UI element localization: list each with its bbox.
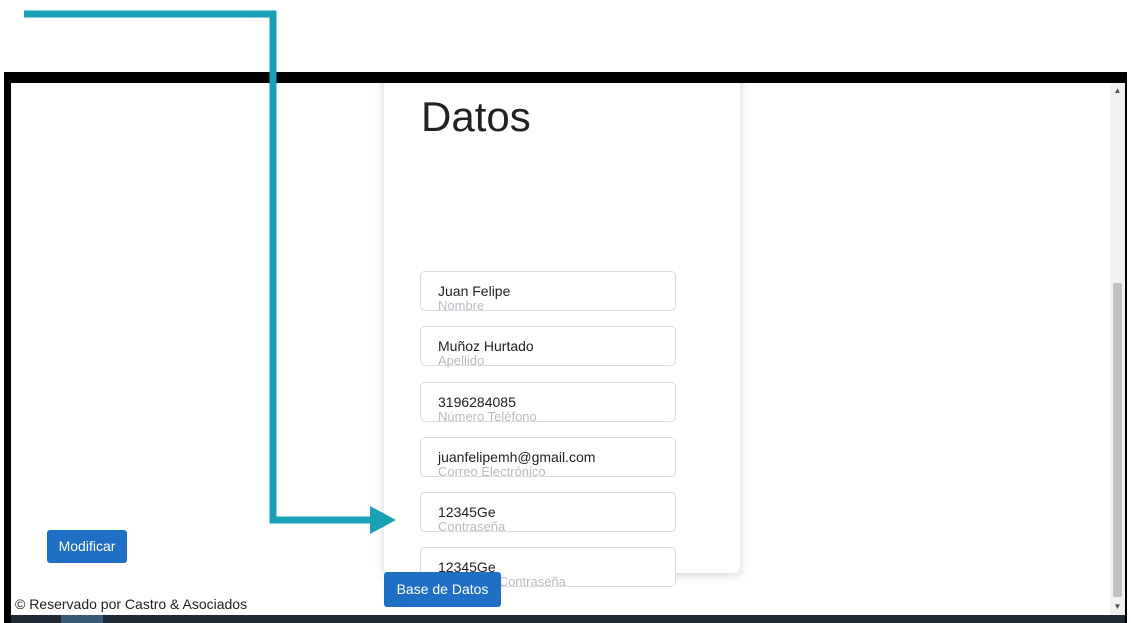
screenshot-page: Datos Nombre Juan Felipe Apellido Muñoz … [0,0,1131,623]
email-field-label: Correo Electrónico [438,464,546,479]
submit-button[interactable]: Modificar [47,530,127,563]
surname-field-value: Muñoz Hurtado [438,338,534,354]
email-field[interactable]: Correo Electrónico juanfelipemh@gmail.co… [420,437,676,479]
name-field[interactable]: Nombre Juan Felipe [420,271,676,313]
password-field-label: Contraseña [438,519,506,534]
page-title: Datos [421,93,531,140]
email-field-value: juanfelipemh@gmail.com [438,449,596,465]
taskbar-item[interactable] [61,615,103,623]
password-field-value: 12345Ge [438,504,496,520]
phone-field-label: Número Teléfono [438,409,537,424]
footer-copyright: © Reservado por Castro & Asociados [15,596,248,612]
database-button[interactable]: Base de Datos [384,572,501,607]
scroll-down-icon[interactable]: ▼ [1110,601,1125,613]
taskbar-strip [11,615,1125,623]
surname-field-label: Apellido [438,353,485,368]
phone-field-value: 3196284085 [438,394,516,410]
surname-field[interactable]: Apellido Muñoz Hurtado [420,326,676,368]
scroll-thumb[interactable] [1113,283,1122,597]
name-field-label: Nombre [438,298,485,313]
browser-viewport: Datos Nombre Juan Felipe Apellido Muñoz … [11,83,1110,615]
data-form-card: Datos Nombre Juan Felipe Apellido Muñoz … [384,83,740,589]
scroll-up-icon[interactable]: ▲ [1110,85,1125,97]
name-field-value: Juan Felipe [438,283,511,299]
vertical-scrollbar[interactable]: ▲ ▼ [1110,83,1125,615]
password-field[interactable]: Contraseña 12345Ge [420,492,676,534]
phone-field[interactable]: Número Teléfono 3196284085 [420,382,676,424]
